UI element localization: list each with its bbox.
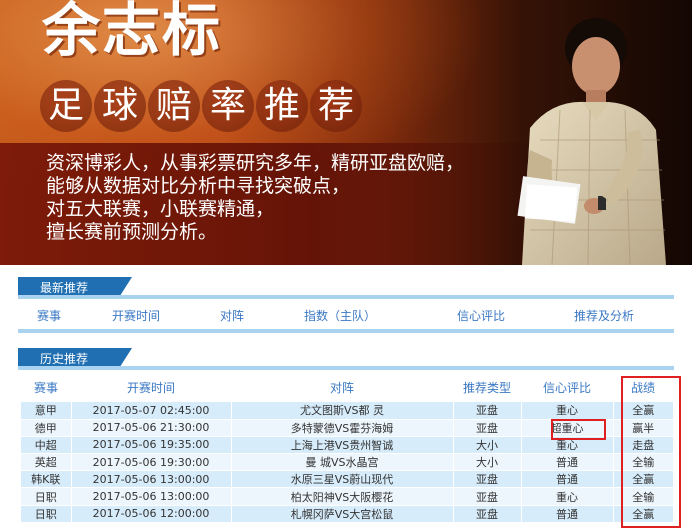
cell-time: 2017-05-06 12:00:00 bbox=[70, 505, 231, 523]
intro-line: 擅长赛前预测分析。 bbox=[46, 221, 218, 243]
cell-result: 全赢 bbox=[612, 470, 673, 489]
banner-subtitle: 足 球 赔 率 推 荐 bbox=[40, 80, 362, 132]
cell-result: 赢半 bbox=[612, 419, 673, 437]
latest-bottom-strip bbox=[18, 329, 674, 333]
table-row: 中超 2017-05-06 19:35:00 上海上港VS贵州智诚 大小 重心 … bbox=[21, 436, 673, 455]
cell-confidence: 超重心 bbox=[520, 419, 613, 437]
col-header-league: 赛事 bbox=[36, 309, 61, 323]
col-header-analysis: 推荐及分析 bbox=[573, 309, 634, 323]
cell-time: 2017-05-07 02:45:00 bbox=[70, 402, 231, 420]
section-rule bbox=[18, 366, 674, 370]
col-header-type: 推荐类型 bbox=[462, 381, 511, 395]
table-row: 韩K联 2017-05-06 13:00:00 水原三星VS蔚山现代 亚盘 普通… bbox=[21, 470, 673, 489]
cell-match[interactable]: 曼 城VS水晶宫 bbox=[230, 453, 453, 472]
intro-line: 能够从数据对比分析中寻找突破点， bbox=[46, 175, 351, 197]
intro-line: 资深博彩人，从事彩票研究多年，精研亚盘欧赔， bbox=[46, 152, 465, 174]
cell-league: 意甲 bbox=[21, 402, 71, 420]
col-header-match: 对阵 bbox=[329, 381, 354, 395]
banner-intro: 资深博彩人，从事彩票研究多年，精研亚盘欧赔， 能够从数据对比分析中寻找突破点， … bbox=[46, 152, 466, 244]
col-header-league: 赛事 bbox=[33, 381, 58, 395]
cell-result: 全输 bbox=[612, 453, 673, 472]
subtitle-char: 球 bbox=[94, 80, 146, 132]
latest-section-bar: 最新推荐 bbox=[18, 277, 674, 299]
col-header-confidence: 信心评比 bbox=[456, 309, 505, 323]
col-header-time: 开赛时间 bbox=[111, 309, 160, 323]
cell-league: 韩K联 bbox=[21, 470, 71, 489]
cell-result: 全输 bbox=[612, 487, 673, 506]
cell-league: 德甲 bbox=[21, 419, 71, 437]
cell-match[interactable]: 水原三星VS蔚山现代 bbox=[230, 470, 453, 489]
cell-confidence: 普通 bbox=[520, 453, 613, 472]
cell-time: 2017-05-06 19:30:00 bbox=[70, 453, 231, 472]
cell-type: 亚盘 bbox=[452, 402, 521, 420]
cell-match[interactable]: 尤文图斯VS都 灵 bbox=[230, 402, 453, 420]
cell-confidence: 重心 bbox=[520, 487, 613, 506]
cell-time: 2017-05-06 13:00:00 bbox=[70, 487, 231, 506]
cell-match[interactable]: 札幌冈萨VS大宫松鼠 bbox=[230, 505, 453, 523]
cell-result: 全赢 bbox=[612, 505, 673, 523]
cell-match[interactable]: 多特蒙德VS霍芬海姆 bbox=[230, 419, 453, 437]
subtitle-char: 赔 bbox=[148, 80, 200, 132]
cell-type: 大小 bbox=[452, 436, 521, 455]
cell-result: 走盘 bbox=[612, 436, 673, 455]
cell-confidence: 普通 bbox=[520, 505, 613, 523]
cell-type: 大小 bbox=[452, 453, 521, 472]
section-rule bbox=[18, 295, 674, 299]
cell-type: 亚盘 bbox=[452, 470, 521, 489]
col-header-confidence: 信心评比 bbox=[542, 381, 591, 395]
presenter-photo bbox=[490, 0, 692, 265]
cell-league: 中超 bbox=[21, 436, 71, 455]
col-header-result: 战绩 bbox=[630, 381, 655, 395]
subtitle-char: 足 bbox=[40, 80, 92, 132]
banner-name: 余志标 bbox=[42, 0, 223, 64]
cell-league: 日职 bbox=[21, 487, 71, 506]
cell-league: 英超 bbox=[21, 453, 71, 472]
col-header-index: 指数（主队） bbox=[303, 309, 376, 323]
table-row: 意甲 2017-05-07 02:45:00 尤文图斯VS都 灵 亚盘 重心 全… bbox=[21, 402, 673, 420]
cell-league: 日职 bbox=[21, 505, 71, 523]
cell-confidence: 重心 bbox=[520, 436, 613, 455]
cell-time: 2017-05-06 13:00:00 bbox=[70, 470, 231, 489]
history-header-row: 赛事 开赛时间 对阵 推荐类型 信心评比 战绩 bbox=[21, 377, 673, 399]
table-row: 德甲 2017-05-06 21:30:00 多特蒙德VS霍芬海姆 亚盘 超重心… bbox=[21, 419, 673, 437]
cell-match[interactable]: 柏太阳神VS大阪樱花 bbox=[230, 487, 453, 506]
col-header-match: 对阵 bbox=[219, 309, 244, 323]
history-table: 意甲 2017-05-07 02:45:00 尤文图斯VS都 灵 亚盘 重心 全… bbox=[21, 402, 673, 523]
subtitle-char: 率 bbox=[202, 80, 254, 132]
history-section-bar: 历史推荐 bbox=[18, 348, 674, 370]
subtitle-char: 推 bbox=[256, 80, 308, 132]
table-row: 日职 2017-05-06 12:00:00 札幌冈萨VS大宫松鼠 亚盘 普通 … bbox=[21, 505, 673, 523]
table-row: 英超 2017-05-06 19:30:00 曼 城VS水晶宫 大小 普通 全输 bbox=[21, 453, 673, 472]
cell-type: 亚盘 bbox=[452, 419, 521, 437]
cell-time: 2017-05-06 21:30:00 bbox=[70, 419, 231, 437]
col-header-time: 开赛时间 bbox=[126, 381, 175, 395]
latest-header-row: 赛事 开赛时间 对阵 指数（主队） 信心评比 推荐及分析 bbox=[18, 305, 674, 327]
cell-confidence: 普通 bbox=[520, 470, 613, 489]
intro-line: 对五大联赛，小联赛精通， bbox=[46, 198, 275, 220]
subtitle-char: 荐 bbox=[310, 80, 362, 132]
cell-result: 全赢 bbox=[612, 402, 673, 420]
banner: 余志标 足 球 赔 率 推 荐 资深博彩人，从事彩票研究多年，精研亚盘欧赔， 能… bbox=[0, 0, 692, 265]
cell-type: 亚盘 bbox=[452, 487, 521, 506]
cell-type: 亚盘 bbox=[452, 505, 521, 523]
cell-match[interactable]: 上海上港VS贵州智诚 bbox=[230, 436, 453, 455]
cell-confidence: 重心 bbox=[520, 402, 613, 420]
table-row: 日职 2017-05-06 13:00:00 柏太阳神VS大阪樱花 亚盘 重心 … bbox=[21, 487, 673, 506]
cell-time: 2017-05-06 19:35:00 bbox=[70, 436, 231, 455]
